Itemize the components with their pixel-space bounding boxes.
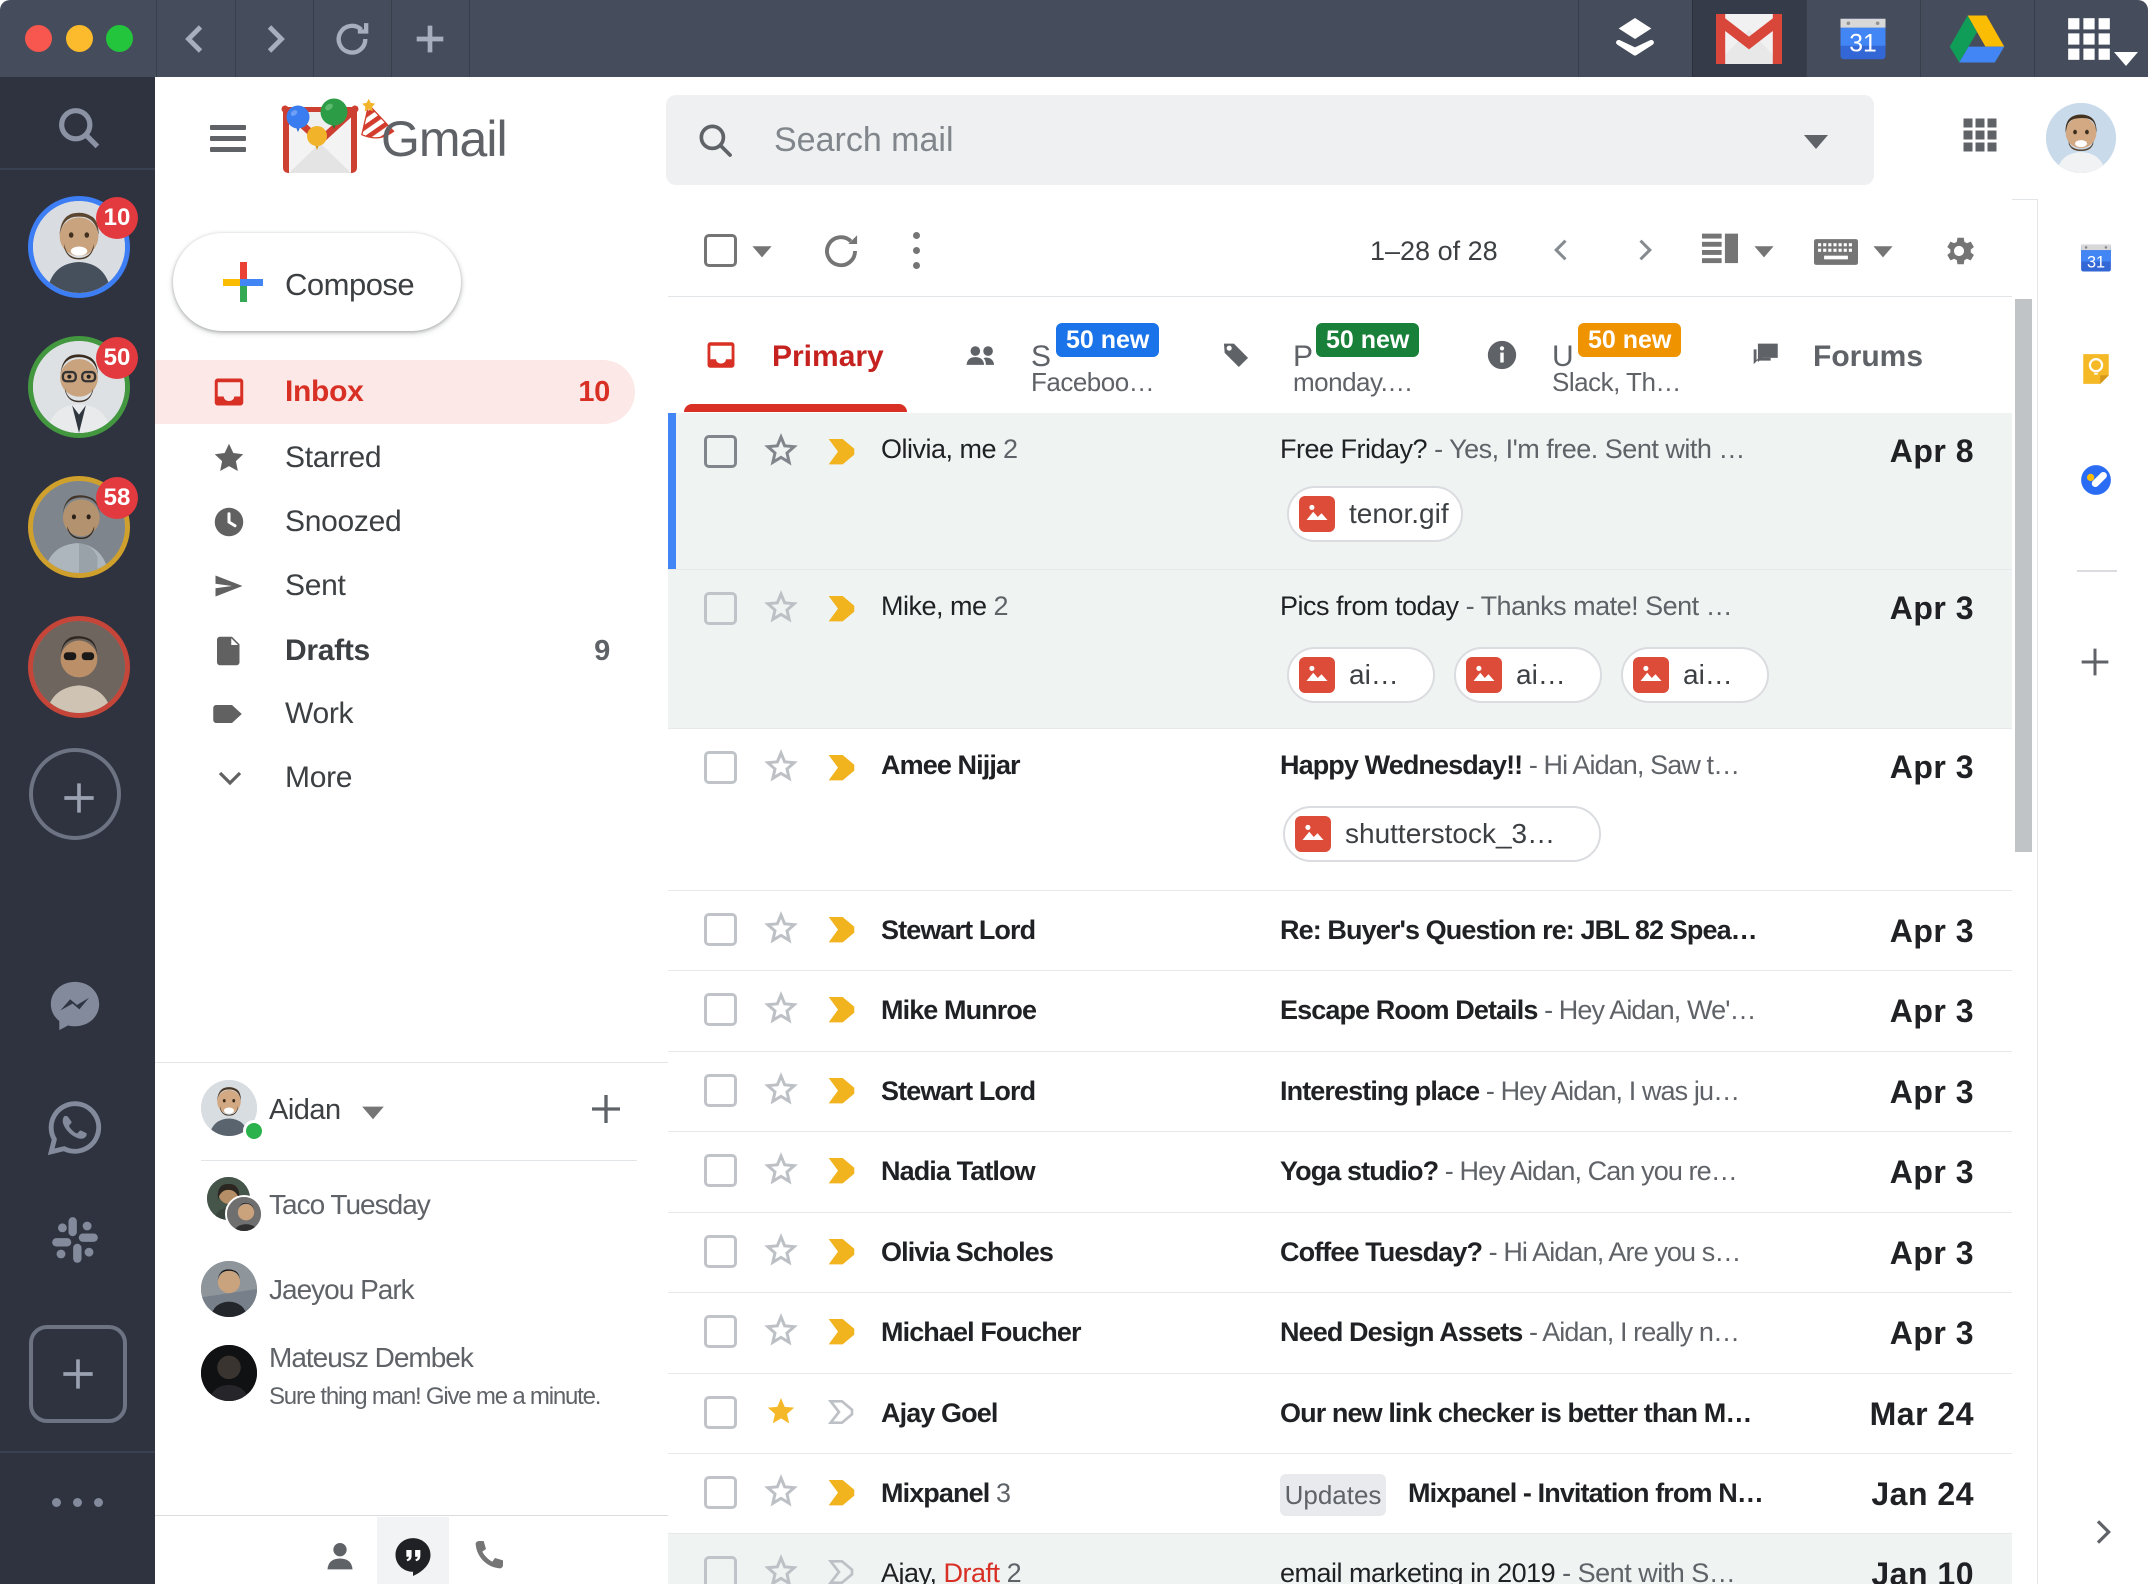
svg-text:31: 31 [2087, 253, 2105, 271]
svg-text:31: 31 [1849, 30, 1877, 57]
